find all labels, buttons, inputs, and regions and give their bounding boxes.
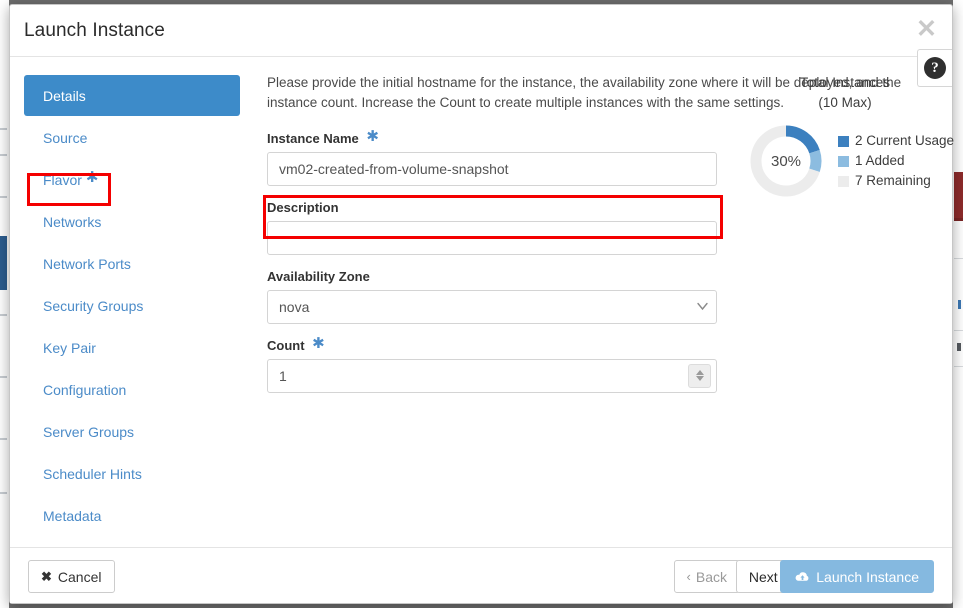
details-form: Please provide the initial hostname for …	[267, 73, 901, 407]
required-marker: ✱	[312, 334, 325, 352]
availability-zone-field-group: Availability Zone nova	[267, 269, 717, 324]
background-page-left	[0, 0, 9, 608]
question-mark-icon: ?	[924, 57, 946, 79]
help-button[interactable]: ?	[917, 49, 952, 87]
sidebar-item-label: Server Groups	[43, 423, 135, 440]
sidebar-item-network-ports[interactable]: Network Ports	[24, 243, 240, 284]
back-button-label: Back	[695, 568, 727, 585]
sidebar-item-label: Metadata	[43, 507, 102, 524]
background-divider	[954, 366, 963, 367]
background-divider	[954, 330, 963, 331]
donut-percent-label: 30%	[770, 152, 802, 170]
legend-label: 1 Added	[855, 153, 905, 169]
sidebar-item-key-pair[interactable]: Key Pair	[24, 327, 240, 368]
background-alert-banner	[954, 172, 963, 218]
sidebar-item-networks[interactable]: Networks	[24, 201, 240, 242]
cancel-button-label: Cancel	[57, 568, 102, 585]
sidebar-item-label: Networks	[43, 213, 102, 230]
modal-body: Details Source Flavor ✱ Networks Network…	[10, 57, 954, 548]
legend-swatch-added	[838, 155, 849, 167]
legend-item: 7 Remaining	[838, 171, 954, 191]
launch-instance-modal: Launch Instance ✕ ? Details Source Flavo…	[9, 4, 954, 604]
sidebar-item-flavor[interactable]: Flavor ✱	[24, 159, 240, 200]
sidebar-item-server-groups[interactable]: Server Groups	[24, 411, 240, 452]
cancel-button[interactable]: ✖ Cancel	[28, 560, 115, 593]
page-title: Launch Instance	[24, 20, 165, 41]
description-label: Description	[267, 199, 339, 215]
sidebar-item-scheduler-hints[interactable]: Scheduler Hints	[24, 453, 240, 494]
chevron-left-icon: ‹	[686, 569, 691, 584]
background-sidebar-active-item	[0, 236, 7, 290]
launch-instance-button[interactable]: Launch Instance	[780, 560, 934, 593]
instance-name-field-group: Instance Name ✱	[267, 127, 717, 186]
sidebar-item-label: Scheduler Hints	[43, 465, 142, 482]
background-divider	[0, 376, 7, 378]
sidebar-item-details[interactable]: Details	[24, 75, 240, 116]
x-icon: ✖	[41, 568, 52, 584]
instance-name-label-text: Instance Name	[267, 130, 359, 146]
count-label-text: Count	[267, 337, 305, 353]
modal-footer: ✖ Cancel ‹ Back Next › Launch Instance	[10, 547, 952, 603]
caret-down-icon[interactable]	[695, 376, 704, 381]
sidebar-item-label: Key Pair	[43, 339, 96, 356]
background-divider	[0, 492, 7, 494]
legend-swatch-current-usage	[838, 135, 849, 147]
sidebar-item-security-groups[interactable]: Security Groups	[24, 285, 240, 326]
background-alert-banner-edge	[954, 218, 963, 221]
count-label: Count ✱	[267, 334, 717, 353]
caret-up-icon[interactable]	[695, 370, 704, 375]
sidebar-item-configuration[interactable]: Configuration	[24, 369, 240, 410]
count-input[interactable]	[267, 358, 717, 393]
instance-name-input[interactable]	[267, 151, 717, 186]
background-divider	[954, 258, 963, 259]
required-marker: ✱	[366, 127, 379, 145]
count-field-group: Count ✱	[267, 334, 717, 393]
background-divider	[0, 128, 7, 130]
background-divider	[0, 154, 7, 156]
sidebar-item-label: Flavor	[43, 171, 82, 188]
availability-zone-select[interactable]: nova	[267, 289, 717, 324]
description-input[interactable]	[267, 220, 717, 255]
instance-name-label: Instance Name ✱	[267, 127, 717, 146]
availability-zone-label: Availability Zone	[267, 268, 370, 284]
quota-panel: Total Instances (10 Max) 30% 2 Current U…	[740, 73, 954, 199]
total-instances-donut-chart: 30%	[748, 123, 824, 199]
back-button[interactable]: ‹ Back	[673, 560, 740, 593]
sidebar-item-label: Network Ports	[43, 255, 131, 272]
modal-header: Launch Instance ✕	[10, 5, 952, 57]
background-divider	[0, 438, 7, 440]
legend-swatch-remaining	[838, 175, 849, 187]
legend-item: 2 Current Usage	[838, 131, 954, 151]
legend-label: 7 Remaining	[855, 173, 931, 189]
background-text	[957, 343, 961, 351]
sidebar-item-metadata[interactable]: Metadata	[24, 495, 240, 536]
background-divider	[0, 196, 7, 198]
background-divider	[0, 314, 7, 316]
sidebar-item-label: Security Groups	[43, 297, 144, 314]
required-marker: ✱	[85, 169, 99, 186]
launch-instance-button-label: Launch Instance	[816, 568, 919, 585]
sidebar-item-label: Details	[43, 87, 86, 104]
background-link	[958, 300, 961, 309]
quota-title-line2: (10 Max)	[818, 94, 872, 110]
quota-chart-row: 30% 2 Current Usage 1 Added 7 Remaining	[740, 123, 954, 199]
wizard-nav: Details Source Flavor ✱ Networks Network…	[24, 75, 240, 537]
cloud-upload-icon	[795, 571, 810, 583]
legend-label: 2 Current Usage	[855, 133, 955, 149]
legend-item: 1 Added	[838, 151, 954, 171]
quantity-stepper[interactable]	[688, 363, 711, 388]
sidebar-item-label: Configuration	[43, 381, 127, 398]
sidebar-item-label: Source	[43, 129, 88, 146]
chart-legend: 2 Current Usage 1 Added 7 Remaining	[838, 131, 954, 191]
description-field-group: Description	[267, 200, 717, 255]
next-button-label: Next	[748, 568, 778, 585]
close-icon[interactable]: ✕	[916, 17, 937, 42]
sidebar-item-source[interactable]: Source	[24, 117, 240, 158]
